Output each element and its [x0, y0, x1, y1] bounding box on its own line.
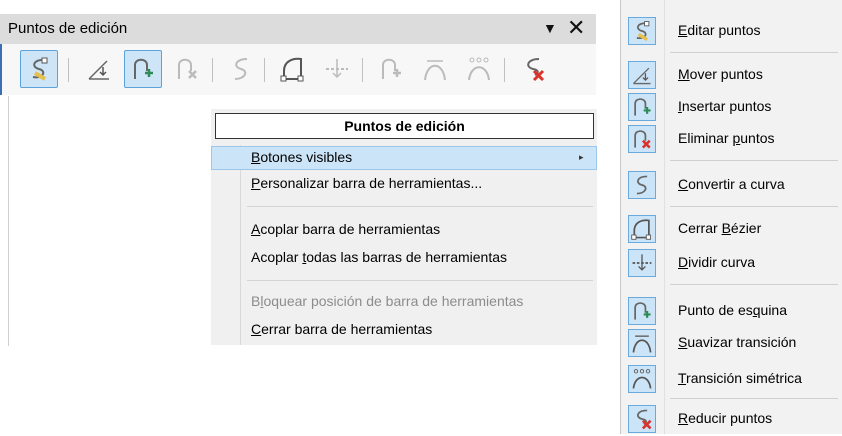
toolbar-title: Puntos de edición — [8, 20, 128, 37]
submenu-item-eliminate-points[interactable]: Reducir puntos — [620, 402, 842, 436]
corner-point-icon — [382, 58, 401, 79]
menu-item-label: Personalizar barra de herramientas... — [251, 175, 483, 191]
submenu-item-label: Insertar puntos — [678, 98, 772, 114]
menu-item-label: Acoplar barra de herramientas — [251, 221, 441, 237]
toolbar-accent-bar — [0, 44, 2, 95]
corner-point-icon — [628, 297, 656, 325]
menu-item-lock-toolbar-position: Bloquear posición de barra de herramient… — [211, 290, 597, 314]
tb-insert-points-button[interactable] — [124, 50, 162, 88]
submenu-item-symmetric-transition[interactable]: Transición simétrica — [620, 362, 842, 396]
submenu-item-edit-points[interactable]: Editar puntos — [620, 14, 842, 48]
toolbar-separator — [264, 58, 265, 82]
submenu-item-label: Suavizar transición — [678, 334, 797, 350]
menu-separator — [247, 280, 593, 281]
submenu-item-label: Dividir curva — [678, 254, 756, 270]
submenu-item-smooth-transition[interactable]: Suavizar transición — [620, 326, 842, 360]
eliminate-points-icon — [628, 405, 656, 433]
menu-item-label: Bloquear posición de barra de herramient… — [251, 293, 524, 309]
menu-item-label: Cerrar barra de herramientas — [251, 321, 433, 337]
submenu-separator — [670, 206, 838, 207]
menu-item-customize-toolbar[interactable]: Personalizar barra de herramientas... — [211, 172, 597, 196]
move-points-icon — [628, 61, 656, 89]
split-curve-icon — [628, 249, 656, 277]
context-menu-title: Puntos de edición — [215, 113, 594, 139]
toolbar-separator — [212, 58, 213, 82]
submenu-item-split-curve[interactable]: Dividir curva — [620, 246, 842, 280]
convert-to-curve-icon — [628, 171, 656, 199]
divider — [8, 96, 9, 346]
tb-convert-to-curve-button[interactable] — [222, 50, 260, 88]
submenu-item-label: Reducir puntos — [678, 410, 773, 426]
visible-buttons-submenu: Editar puntos Mover puntos Insertar punt… — [620, 0, 842, 434]
tb-close-bezier-button[interactable] — [274, 50, 312, 88]
submenu-item-label: Eliminar puntos — [678, 130, 775, 146]
submenu-item-delete-points[interactable]: Eliminar puntos — [620, 122, 842, 156]
close-bezier-icon — [628, 215, 656, 243]
submenu-item-label: Transición simétrica — [678, 370, 802, 386]
submenu-separator — [670, 52, 838, 53]
tb-smooth-transition-button[interactable] — [416, 50, 454, 88]
tb-symmetric-transition-button[interactable] — [460, 50, 498, 88]
submenu-separator — [670, 284, 838, 285]
menu-item-label: Botones visibles — [251, 149, 353, 165]
toolbar-separator — [362, 58, 363, 82]
submenu-item-label: Editar puntos — [678, 22, 761, 38]
tb-split-curve-button[interactable] — [318, 50, 356, 88]
toolbar-context-menu: Puntos de edición Botones visibles ▸ Per… — [211, 109, 597, 345]
submenu-separator — [670, 160, 838, 161]
submenu-separator — [670, 398, 838, 399]
submenu-item-corner-point[interactable]: Punto de esquina — [620, 294, 842, 328]
symmetric-transition-icon — [628, 365, 656, 393]
menu-item-label: Acoplar todas las barras de herramientas — [251, 249, 508, 265]
submenu-item-move-points[interactable]: Mover puntos — [620, 58, 842, 92]
submenu-item-label: Convertir a curva — [678, 176, 785, 192]
insert-points-icon — [628, 93, 656, 121]
submenu-item-label: Punto de esquina — [678, 302, 787, 318]
toolbar-titlebar[interactable]: Puntos de edición ▼ ✕ — [0, 14, 596, 44]
submenu-item-label: Mover puntos — [678, 66, 763, 82]
submenu-item-label: Cerrar Bézier — [678, 220, 762, 236]
symmetric-transition-icon — [468, 57, 490, 81]
tb-corner-point-button[interactable] — [372, 50, 410, 88]
toolbar-close-icon[interactable]: ✕ — [567, 16, 585, 40]
delete-points-icon — [178, 58, 197, 79]
menu-item-dock-toolbar[interactable]: Acoplar barra de herramientas — [211, 218, 597, 242]
toolbar-menu-arrow-icon[interactable]: ▼ — [543, 20, 557, 36]
menu-separator — [247, 206, 593, 207]
eliminate-points-icon — [527, 58, 545, 82]
toolbar-separator — [68, 58, 69, 82]
menu-item-visible-buttons[interactable]: Botones visibles ▸ — [211, 146, 597, 170]
split-curve-icon — [326, 59, 348, 79]
edit-points-icon — [32, 57, 48, 81]
tb-move-points-button[interactable] — [80, 50, 118, 88]
menu-item-dock-all-toolbars[interactable]: Acoplar todas las barras de herramientas — [211, 246, 597, 270]
toolbar-body — [0, 44, 596, 95]
submenu-item-convert-to-curve[interactable]: Convertir a curva — [620, 168, 842, 202]
smooth-transition-icon — [424, 60, 446, 81]
close-bezier-icon — [280, 57, 304, 82]
move-points-icon — [88, 60, 109, 80]
convert-to-curve-icon — [234, 58, 248, 80]
menu-item-close-toolbar[interactable]: Cerrar barra de herramientas — [211, 318, 597, 342]
submenu-item-insert-points[interactable]: Insertar puntos — [620, 90, 842, 124]
edit-points-icon — [628, 17, 656, 45]
edit-points-toolbar: Puntos de edición ▼ ✕ — [0, 0, 596, 95]
tb-edit-points-button[interactable] — [20, 50, 58, 88]
smooth-transition-icon — [628, 329, 656, 357]
tb-delete-points-button[interactable] — [168, 50, 206, 88]
submenu-item-close-bezier[interactable]: Cerrar Bézier — [620, 212, 842, 246]
tb-eliminate-points-button[interactable] — [514, 50, 552, 88]
submenu-arrow-icon: ▸ — [579, 152, 584, 162]
toolbar-separator — [504, 58, 505, 82]
insert-points-icon — [134, 58, 153, 79]
delete-points-icon — [628, 125, 656, 153]
